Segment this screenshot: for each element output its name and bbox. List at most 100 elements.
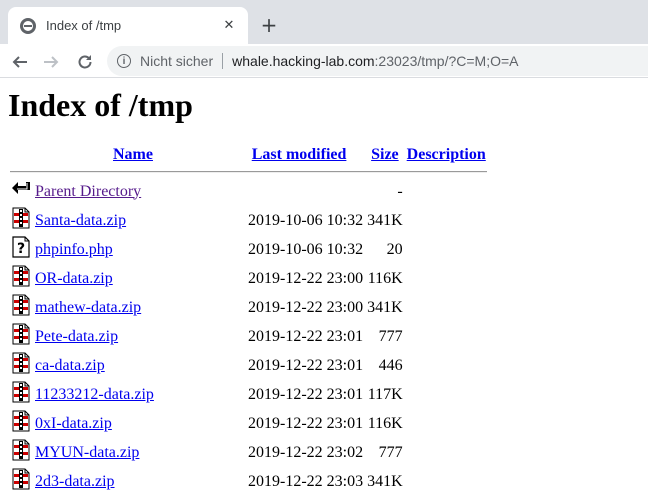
name-cell: Parent Directory	[34, 178, 232, 205]
size-cell: 117K	[367, 385, 403, 403]
file-listing-table: Name Last modified Size Description Pare…	[8, 143, 489, 497]
header-divider	[10, 167, 487, 176]
compressed-file-icon	[10, 381, 32, 408]
size-cell: 116K	[367, 414, 403, 432]
globe-icon	[20, 17, 36, 34]
browser-tab[interactable]: Index of /tmp ✕	[8, 7, 248, 44]
browser-toolbar: i Nicht sicher whale.hacking-lab.com:230…	[0, 44, 648, 78]
header-last-modified: Last modified	[234, 145, 364, 165]
new-tab-button[interactable]: +	[256, 12, 282, 38]
header-description: Description	[406, 145, 487, 165]
size-cell: 777	[378, 443, 403, 461]
forward-button[interactable]	[38, 49, 64, 75]
file-link[interactable]: OR-data.zip	[35, 270, 113, 287]
table-row: ? phpinfo.php 2019-10-06 10:32 20	[10, 236, 487, 263]
size-cell: 777	[378, 327, 403, 345]
name-cell: MYUN-data.zip	[34, 439, 232, 466]
page-title: Index of /tmp	[8, 87, 193, 123]
description-cell	[406, 323, 487, 350]
file-link[interactable]: Santa-data.zip	[35, 212, 126, 229]
sort-by-name-link[interactable]: Name	[113, 146, 153, 163]
url-path: :23023/tmp/?C=M;O=A	[374, 53, 519, 69]
back-arrow-icon	[10, 178, 32, 205]
sort-by-size-link[interactable]: Size	[371, 146, 399, 163]
compressed-file-icon	[10, 207, 32, 234]
table-row: Pete-data.zip 2019-12-22 23:01 777	[10, 323, 487, 350]
table-row: Santa-data.zip 2019-10-06 10:32 341K	[10, 207, 487, 234]
name-cell: 2d3-data.zip	[34, 468, 232, 495]
header-name: Name	[34, 145, 232, 165]
security-label[interactable]: Nicht sicher	[140, 53, 213, 69]
parent-directory-link[interactable]: Parent Directory	[35, 183, 141, 200]
name-cell: Santa-data.zip	[34, 207, 232, 234]
modified-cell: 2019-12-22 23:01	[248, 356, 364, 374]
table-row: 11233212-data.zip 2019-12-22 23:01 117K	[10, 381, 487, 408]
size-cell: 341K	[367, 298, 403, 316]
file-link[interactable]: phpinfo.php	[35, 241, 113, 258]
table-row: ca-data.zip 2019-12-22 23:01 446	[10, 352, 487, 379]
close-icon[interactable]: ✕	[218, 15, 240, 37]
file-link[interactable]: mathew-data.zip	[35, 299, 141, 316]
modified-cell: 2019-12-22 23:02	[248, 443, 364, 461]
table-row: MYUN-data.zip 2019-12-22 23:02 777	[10, 439, 487, 466]
modified-cell: 2019-10-06 10:32	[248, 240, 364, 258]
modified-cell: 2019-12-22 23:00	[248, 269, 364, 287]
description-cell	[406, 236, 487, 263]
modified-cell: 2019-10-06 10:32	[248, 211, 364, 229]
url-host: whale.hacking-lab.com	[232, 53, 375, 69]
url-text[interactable]: whale.hacking-lab.com:23023/tmp/?C=M;O=A	[232, 53, 518, 69]
file-link[interactable]: ca-data.zip	[35, 357, 105, 374]
modified-cell: 2019-12-22 23:01	[248, 327, 364, 345]
compressed-file-icon	[10, 468, 32, 495]
name-cell: OR-data.zip	[34, 265, 232, 292]
file-link[interactable]: Pete-data.zip	[35, 328, 118, 345]
header-icon-spacer	[10, 145, 32, 165]
size-cell: 446	[378, 356, 403, 374]
name-cell: Pete-data.zip	[34, 323, 232, 350]
size-cell: 116K	[367, 269, 403, 287]
file-link[interactable]: 0xI-data.zip	[35, 415, 112, 432]
sort-by-description-link[interactable]: Description	[407, 146, 486, 163]
table-row: 2d3-data.zip 2019-12-22 23:03 341K	[10, 468, 487, 495]
modified-cell: 2019-12-22 23:03	[248, 472, 364, 490]
table-row: OR-data.zip 2019-12-22 23:00 116K	[10, 265, 487, 292]
name-cell: 11233212-data.zip	[34, 381, 232, 408]
page-content: Index of /tmp Name Last modified Size De…	[0, 87, 648, 497]
description-cell	[406, 352, 487, 379]
table-row-parent: Parent Directory -	[10, 178, 487, 205]
sort-by-last-modified-link[interactable]: Last modified	[252, 146, 347, 163]
modified-cell: 2019-12-22 23:01	[248, 385, 364, 403]
table-row: 0xI-data.zip 2019-12-22 23:01 116K	[10, 410, 487, 437]
table-header-row: Name Last modified Size Description	[10, 145, 487, 165]
table-row: mathew-data.zip 2019-12-22 23:00 341K	[10, 294, 487, 321]
address-bar[interactable]: i Nicht sicher whale.hacking-lab.com:230…	[107, 46, 648, 76]
file-link[interactable]: 11233212-data.zip	[35, 386, 154, 403]
compressed-file-icon	[10, 439, 32, 466]
size-cell: 341K	[367, 211, 403, 229]
header-size: Size	[366, 145, 404, 165]
modified-cell	[234, 178, 364, 205]
modified-cell: 2019-12-22 23:01	[248, 414, 364, 432]
header-divider-row	[10, 167, 487, 176]
description-cell	[406, 468, 487, 495]
omnibox-divider	[222, 53, 224, 69]
description-cell	[406, 294, 487, 321]
name-cell: 0xI-data.zip	[34, 410, 232, 437]
info-icon[interactable]: i	[117, 54, 131, 68]
size-cell: 20	[386, 240, 403, 258]
name-cell: ca-data.zip	[34, 352, 232, 379]
compressed-file-icon	[10, 265, 32, 292]
description-cell	[406, 178, 487, 205]
file-link[interactable]: 2d3-data.zip	[35, 473, 115, 490]
tab-strip: Index of /tmp ✕ +	[0, 0, 648, 44]
file-link[interactable]: MYUN-data.zip	[35, 444, 139, 461]
compressed-file-icon	[10, 352, 32, 379]
arrow-right-icon	[44, 56, 59, 68]
back-button[interactable]	[7, 49, 33, 75]
modified-cell: 2019-12-22 23:00	[248, 298, 364, 316]
unknown-file-icon: ?	[10, 236, 32, 263]
size-cell: 341K	[367, 472, 403, 490]
reload-button[interactable]	[72, 49, 98, 75]
description-cell	[406, 381, 487, 408]
reload-icon	[78, 55, 92, 69]
